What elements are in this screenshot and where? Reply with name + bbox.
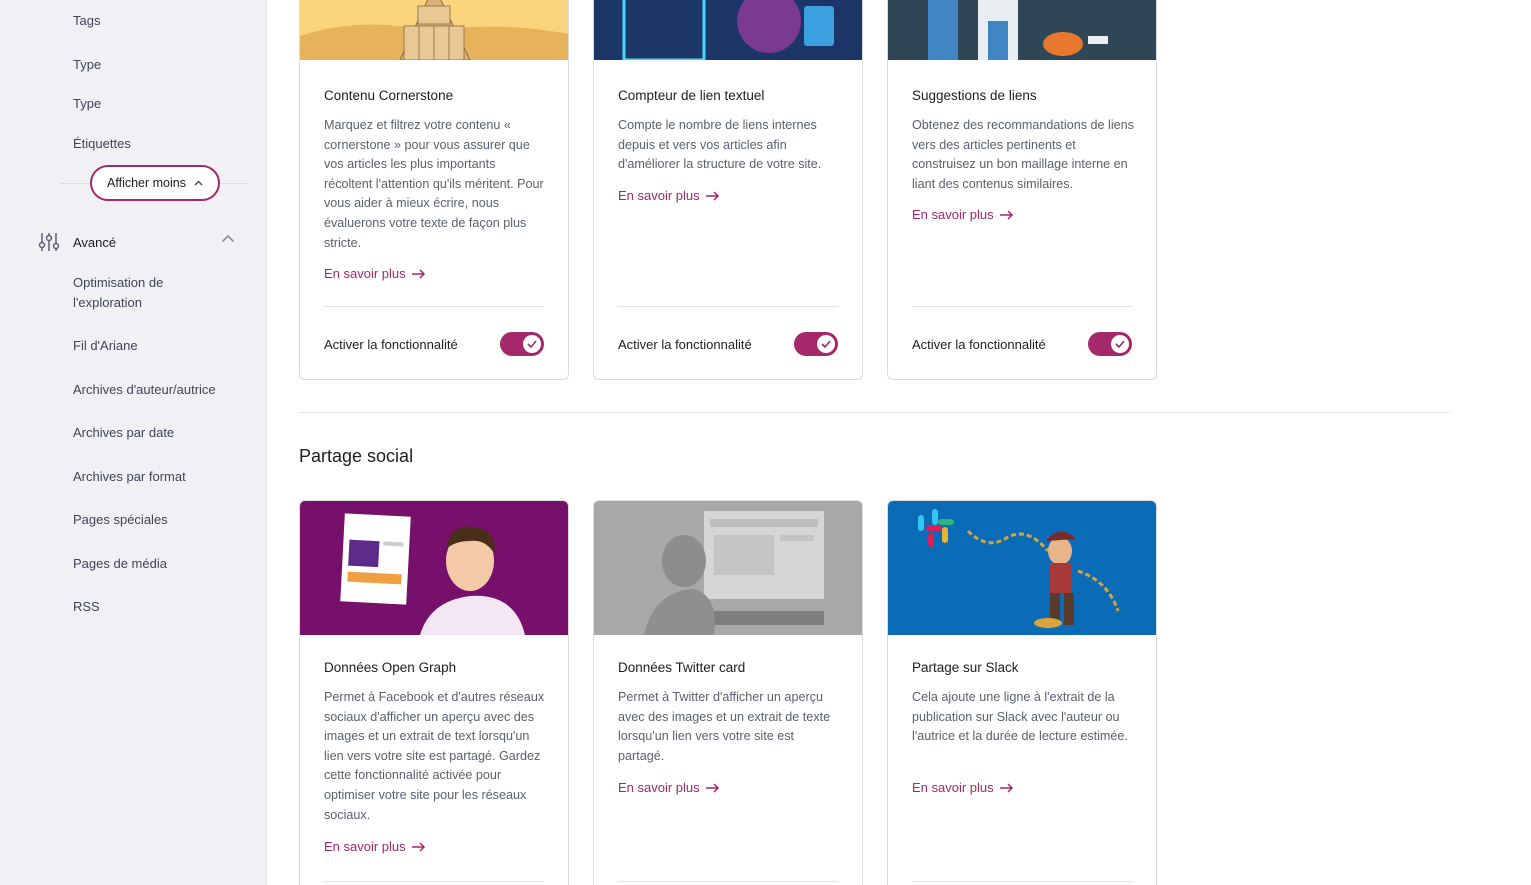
learn-more-link[interactable]: En savoir plus <box>618 188 720 203</box>
card-title: Partage sur Slack <box>912 660 1019 675</box>
check-icon <box>821 340 831 348</box>
card-title: Suggestions de liens <box>912 88 1037 103</box>
card-divider <box>618 881 838 882</box>
arrow-right-icon <box>411 268 425 279</box>
learn-more-label: En savoir plus <box>912 207 994 222</box>
feature-card-twitter-card: Données Twitter card Permet à Twitter d'… <box>593 500 863 885</box>
learn-more-label: En savoir plus <box>912 780 994 795</box>
check-icon <box>1115 340 1125 348</box>
sliders-icon <box>38 233 60 251</box>
arrow-right-icon <box>999 209 1013 220</box>
link-suggestions-illustration <box>888 0 1156 60</box>
card-divider <box>618 306 838 307</box>
sidebar-item-format-archives[interactable]: Archives par format <box>73 467 186 487</box>
section-title-social: Partage social <box>299 446 414 466</box>
section-advanced-toggle[interactable]: Avancé <box>38 231 238 253</box>
sidebar-item-breadcrumbs[interactable]: Fil d'Ariane <box>73 336 138 356</box>
card-divider <box>912 306 1132 307</box>
toggle-knob <box>817 335 835 353</box>
learn-more-label: En savoir plus <box>618 188 700 203</box>
card-description: Marquez et filtrez votre contenu « corne… <box>324 118 544 250</box>
sidebar: Tags Type Type Étiquettes Afficher moins… <box>0 0 267 885</box>
card-divider <box>324 881 544 882</box>
learn-more-link[interactable]: En savoir plus <box>912 207 1014 222</box>
card-title: Compteur de lien textuel <box>618 88 765 103</box>
arrow-right-icon <box>705 190 719 201</box>
learn-more-link[interactable]: En savoir plus <box>324 839 426 854</box>
card-divider <box>912 881 1132 882</box>
section-advanced-label: Avancé <box>73 234 117 250</box>
twitter-card-illustration <box>594 501 862 635</box>
show-less-label: Afficher moins <box>107 176 186 190</box>
sidebar-item-date-archives[interactable]: Archives par date <box>73 423 174 443</box>
activate-label: Activer la fonctionnalité <box>324 337 458 352</box>
feature-card-text-link-counter: Compteur de lien textuel Compte le nombr… <box>593 0 863 380</box>
show-less-divider-right <box>220 183 248 184</box>
section-separator <box>299 412 1451 413</box>
card-description: Cela ajoute une ligne à l'extrait de la … <box>912 690 1128 744</box>
sidebar-item-rss[interactable]: RSS <box>73 597 100 617</box>
check-icon <box>527 340 537 348</box>
feature-toggle[interactable] <box>1088 332 1132 356</box>
sidebar-item-media-pages[interactable]: Pages de média <box>73 554 167 574</box>
feature-card-link-suggestions: Suggestions de liens Obtenez des recomma… <box>887 0 1157 380</box>
sidebar-item-special-pages[interactable]: Pages spéciales <box>73 510 168 530</box>
card-description: Permet à Twitter d'afficher un aperçu av… <box>618 690 831 763</box>
arrow-right-icon <box>411 841 425 852</box>
toggle-knob <box>1111 335 1129 353</box>
sidebar-item-etiquettes[interactable]: Étiquettes <box>73 134 131 154</box>
sidebar-item-type-2[interactable]: Type <box>73 94 101 114</box>
arrow-right-icon <box>999 782 1013 793</box>
learn-more-label: En savoir plus <box>324 839 406 854</box>
activate-label: Activer la fonctionnalité <box>912 337 1046 352</box>
learn-more-label: En savoir plus <box>324 266 406 281</box>
card-title: Données Open Graph <box>324 660 457 675</box>
feature-card-cornerstone: Contenu Cornerstone Marquez et filtrez v… <box>299 0 569 380</box>
open-graph-illustration <box>300 501 568 635</box>
learn-more-label: En savoir plus <box>618 780 700 795</box>
feature-toggle[interactable] <box>500 332 544 356</box>
slack-sharing-illustration <box>888 501 1156 635</box>
card-title: Contenu Cornerstone <box>324 88 454 103</box>
sidebar-item-tags[interactable]: Tags <box>73 11 100 31</box>
card-divider <box>324 306 544 307</box>
learn-more-link[interactable]: En savoir plus <box>618 780 720 795</box>
feature-card-slack-sharing: Partage sur Slack Cela ajoute une ligne … <box>887 500 1157 885</box>
feature-card-open-graph: Données Open Graph Permet à Facebook et … <box>299 500 569 885</box>
card-description: Compte le nombre de liens internes depui… <box>618 118 822 172</box>
show-less-divider-left <box>60 183 90 184</box>
learn-more-link[interactable]: En savoir plus <box>912 780 1014 795</box>
feature-toggle[interactable] <box>794 332 838 356</box>
arrow-right-icon <box>705 782 719 793</box>
text-link-counter-illustration <box>594 0 862 60</box>
learn-more-link[interactable]: En savoir plus <box>324 266 426 281</box>
chevron-up-icon <box>194 180 203 186</box>
activate-label: Activer la fonctionnalité <box>618 337 752 352</box>
cornerstone-illustration <box>300 0 568 60</box>
card-title: Données Twitter card <box>618 660 746 675</box>
toggle-knob <box>523 335 541 353</box>
sidebar-item-author-archives[interactable]: Archives d'auteur/autrice <box>73 380 216 400</box>
show-less-button[interactable]: Afficher moins <box>90 165 220 201</box>
chevron-up-icon <box>221 234 235 243</box>
card-description: Obtenez des recommandations de liens ver… <box>912 118 1134 191</box>
sidebar-item-type[interactable]: Type <box>73 55 101 75</box>
sidebar-item-crawl-optimization[interactable]: Optimisation de l'exploration <box>73 273 223 313</box>
card-description: Permet à Facebook et d'autres réseaux so… <box>324 690 545 822</box>
